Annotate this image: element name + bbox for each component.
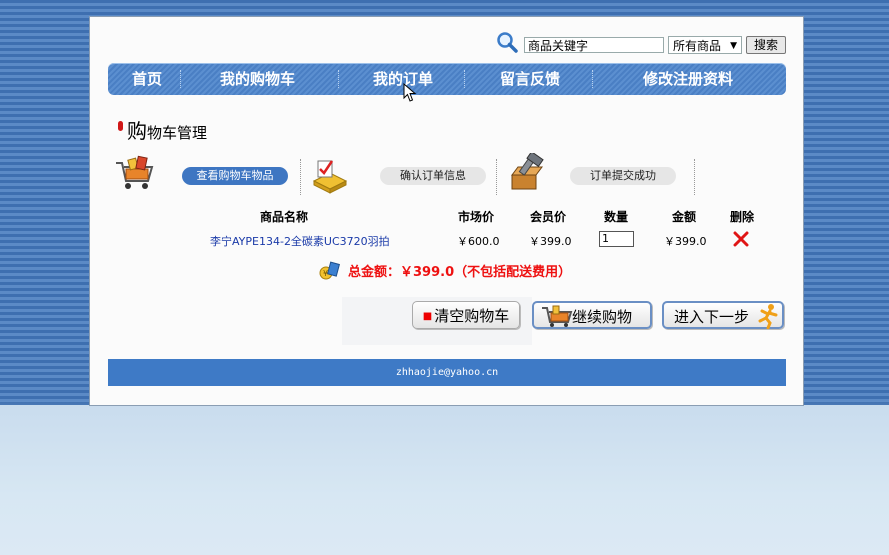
continue-shopping-button[interactable]: 继续购物 bbox=[532, 301, 652, 329]
col-header-delete: 删除 bbox=[730, 210, 755, 224]
row-amount: ￥399.0 bbox=[664, 235, 707, 248]
page-title-first: 购 bbox=[127, 119, 147, 143]
col-header-quantity: 数量 bbox=[604, 210, 629, 224]
nav-divider bbox=[338, 70, 340, 88]
main-nav: 首页 我的购物车 我的订单 留言反馈 修改注册资料 bbox=[108, 63, 786, 95]
product-name-link[interactable]: 李宁AYPE134-2全碳素UC3720羽拍 bbox=[210, 233, 390, 249]
money-icon: ¥ bbox=[319, 261, 340, 280]
step-confirm-order[interactable]: 确认订单信息 bbox=[380, 167, 486, 185]
nav-my-cart[interactable]: 我的购物车 bbox=[200, 63, 315, 95]
step-order-success[interactable]: 订单提交成功 bbox=[570, 167, 676, 185]
search-button[interactable]: 搜索 bbox=[746, 36, 786, 54]
bullet-icon: ■ bbox=[422, 310, 433, 322]
total-amount: 总金额：￥399.0（不包括配送费用） bbox=[348, 265, 572, 280]
clear-cart-label: 清空购物车 bbox=[434, 307, 510, 325]
category-select[interactable]: 所有商品 ▼ bbox=[668, 36, 742, 54]
nav-feedback[interactable]: 留言反馈 bbox=[480, 63, 580, 95]
col-header-market-price: 市场价 bbox=[458, 210, 495, 224]
footer: zhhaojie@yahoo.cn bbox=[108, 359, 786, 386]
step-divider bbox=[694, 159, 696, 195]
nav-divider bbox=[464, 70, 466, 88]
order-success-icon bbox=[511, 153, 544, 190]
title-bullet bbox=[118, 121, 123, 131]
category-selected: 所有商品 bbox=[673, 39, 722, 53]
nav-divider bbox=[592, 70, 594, 88]
market-price: ￥600.0 bbox=[457, 235, 500, 248]
chevron-down-icon: ▼ bbox=[730, 41, 737, 51]
quantity-input[interactable]: 1 bbox=[599, 231, 634, 247]
page-title-rest: 物车管理 bbox=[147, 124, 208, 142]
footer-email: zhhaojie@yahoo.cn bbox=[395, 367, 499, 378]
search-input[interactable]: 商品关键字 bbox=[524, 37, 664, 53]
shopping-cart-icon bbox=[116, 155, 154, 189]
cart-icon bbox=[542, 305, 573, 327]
main-panel: 商品关键字 所有商品 ▼ 搜索 首页 我的购物车 我的订单 留言反馈 修改注册资… bbox=[89, 16, 804, 406]
background-lower bbox=[0, 405, 889, 555]
nav-home[interactable]: 首页 bbox=[118, 63, 176, 95]
next-step-label: 进入下一步 bbox=[674, 308, 750, 326]
order-confirm-icon bbox=[312, 160, 348, 194]
col-header-product: 商品名称 bbox=[260, 210, 309, 224]
nav-edit-profile[interactable]: 修改注册资料 bbox=[608, 63, 768, 95]
step-divider bbox=[496, 159, 498, 195]
running-man-icon bbox=[758, 304, 778, 329]
next-step-button[interactable]: 进入下一步 bbox=[662, 301, 784, 329]
col-header-amount: 金额 bbox=[672, 210, 697, 224]
svg-text:¥: ¥ bbox=[323, 269, 328, 278]
search-icon bbox=[497, 32, 518, 53]
col-header-member-price: 会员价 bbox=[530, 210, 567, 224]
mouse-cursor-icon bbox=[403, 83, 417, 102]
step-divider bbox=[300, 159, 302, 195]
step-view-cart[interactable]: 查看购物车物品 bbox=[182, 167, 288, 185]
member-price: ￥399.0 bbox=[529, 235, 572, 248]
continue-shopping-label: 继续购物 bbox=[572, 308, 633, 326]
nav-divider bbox=[180, 70, 182, 88]
clear-cart-button[interactable]: ■ 清空购物车 bbox=[412, 301, 520, 329]
delete-icon[interactable] bbox=[733, 231, 749, 247]
